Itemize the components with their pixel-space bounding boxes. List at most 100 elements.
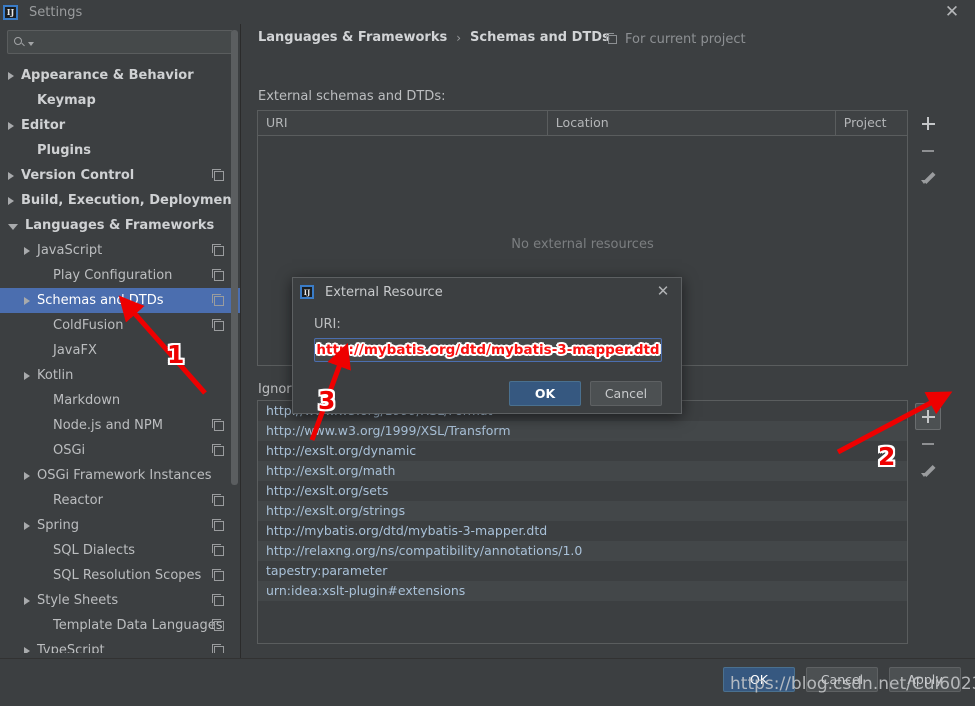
uri-label: URI: [314,317,341,332]
sidebar-item-sql-dialects[interactable]: SQL Dialects [0,538,240,563]
sidebar-item-kotlin[interactable]: Kotlin [0,363,240,388]
sidebar-item-coldfusion[interactable]: ColdFusion [0,313,240,338]
sidebar-item-label: OSGi [53,443,86,458]
sidebar-item-style-sheets[interactable]: Style Sheets [0,588,240,613]
sidebar-item-keymap[interactable]: Keymap [0,88,240,113]
chevron-right-icon[interactable] [8,171,14,180]
project-scope-icon [212,518,224,531]
sidebar-item-label: Spring [37,518,79,533]
project-scope-icon [212,168,224,181]
ok-button[interactable]: OK [723,667,795,692]
sidebar-item-javafx[interactable]: JavaFX [0,338,240,363]
sidebar-item-plugins[interactable]: Plugins [0,138,240,163]
table-toolbar [915,110,941,191]
sidebar-item-node-js-and-npm[interactable]: Node.js and NPM [0,413,240,438]
cancel-button[interactable]: Cancel [806,667,878,692]
sidebar-item-appearance-behavior[interactable]: Appearance & Behavior [0,63,240,88]
project-scope-icon [212,268,224,281]
uri-input-value: http://mybatis.org/dtd/mybatis-3-mapper.… [316,342,660,358]
chevron-right-icon[interactable] [8,71,14,80]
external-schemas-label: External schemas and DTDs: [258,89,446,104]
dialog-titlebar: IJ External Resource ✕ [293,278,681,306]
sidebar-item-build-execution-deployment[interactable]: Build, Execution, Deployment [0,188,240,213]
sidebar-item-reactor[interactable]: Reactor [0,488,240,513]
sidebar-item-label: Languages & Frameworks [25,218,215,233]
project-scope-icon [212,643,224,653]
sidebar-item-sql-resolution-scopes[interactable]: SQL Resolution Scopes [0,563,240,588]
list-item[interactable]: http://exslt.org/math [258,461,907,481]
search-icon [14,36,27,49]
sidebar-item-label: Node.js and NPM [53,418,163,433]
add-icon[interactable] [915,110,941,137]
sidebar-item-version-control[interactable]: Version Control [0,163,240,188]
chevron-down-icon[interactable] [8,224,18,230]
sidebar-item-schemas-and-dtds[interactable]: Schemas and DTDs [0,288,240,313]
close-icon[interactable]: ✕ [654,281,672,301]
ignored-resources-list: http://www.w3.org/1999/XSL/Formathttp://… [257,400,908,644]
search-input[interactable] [38,35,226,49]
list-item[interactable]: urn:idea:xslt-plugin#extensions [258,581,907,601]
chevron-down-icon[interactable] [28,42,34,46]
sidebar-item-osgi[interactable]: OSGi [0,438,240,463]
sidebar-item-label: Editor [21,118,66,133]
intellij-logo-icon: IJ [300,285,314,299]
list-item[interactable]: http://www.w3.org/1999/XSL/Transform [258,421,907,441]
sidebar-item-template-data-languages[interactable]: Template Data Languages [0,613,240,638]
chevron-right-icon[interactable] [24,521,30,530]
remove-icon[interactable] [915,137,941,164]
add-icon[interactable] [915,403,941,430]
window-titlebar: IJ Settings ✕ [0,0,975,24]
sidebar-item-editor[interactable]: Editor [0,113,240,138]
sidebar-item-label: Keymap [37,93,96,108]
settings-window: IJ Settings ✕ Appearance & Behavior Keyma… [0,0,975,706]
project-scope-icon [212,618,224,631]
dialog-footer: OK Cancel Apply [0,658,975,706]
sidebar-item-play-configuration[interactable]: Play Configuration [0,263,240,288]
list-item[interactable]: http://exslt.org/dynamic [258,441,907,461]
sidebar-item-javascript[interactable]: JavaScript [0,238,240,263]
chevron-right-icon[interactable] [8,196,14,205]
sidebar-item-label: Build, Execution, Deployment [21,193,238,208]
sidebar-item-typescript[interactable]: TypeScript [0,638,240,653]
project-scope-icon [212,493,224,506]
intellij-logo-icon: IJ [3,4,18,20]
breadcrumb-separator-icon: › [456,30,462,45]
chevron-right-icon[interactable] [24,296,30,305]
list-item[interactable]: http://exslt.org/sets [258,481,907,501]
dialog-cancel-button[interactable]: Cancel [590,381,662,406]
sidebar-item-languages-frameworks[interactable]: Languages & Frameworks [0,213,240,238]
sidebar-item-label: Appearance & Behavior [21,68,194,83]
sidebar-item-label: OSGi Framework Instances [37,468,212,483]
list-item[interactable]: http://exslt.org/strings [258,501,907,521]
settings-tree: Appearance & Behavior Keymap Editor Plugins… [0,63,240,653]
breadcrumb: Languages & Frameworks › Schemas and DTD… [258,30,610,45]
dialog-ok-button[interactable]: OK [509,381,581,406]
edit-icon[interactable] [915,457,941,484]
list-item[interactable]: http://relaxng.org/ns/compatibility/anno… [258,541,907,561]
breadcrumb-parent[interactable]: Languages & Frameworks [258,30,447,45]
sidebar-item-label: Markdown [53,393,121,408]
close-icon[interactable]: ✕ [942,2,962,22]
uri-input[interactable]: http://mybatis.org/dtd/mybatis-3-mapper.… [314,338,662,362]
sidebar-item-markdown[interactable]: Markdown [0,388,240,413]
chevron-right-icon[interactable] [8,121,14,130]
chevron-right-icon[interactable] [24,471,30,480]
sidebar-scrollbar[interactable] [231,30,238,485]
search-box[interactable] [7,30,233,54]
list-item[interactable]: http://mybatis.org/dtd/mybatis-3-mapper.… [258,521,907,541]
sidebar-item-spring[interactable]: Spring [0,513,240,538]
chevron-right-icon[interactable] [24,596,30,605]
sidebar-item-label: JavaFX [53,343,97,358]
for-current-project: For current project [606,32,746,47]
sidebar-item-osgi-framework-instances[interactable]: OSGi Framework Instances [0,463,240,488]
apply-button[interactable]: Apply [889,667,961,692]
sidebar-item-label: TypeScript [37,643,105,653]
chevron-right-icon[interactable] [24,246,30,255]
chevron-right-icon[interactable] [24,646,30,653]
edit-icon[interactable] [915,164,941,191]
chevron-right-icon[interactable] [24,371,30,380]
project-scope-icon [212,318,224,331]
remove-icon[interactable] [915,430,941,457]
list-item[interactable]: tapestry:parameter [258,561,907,581]
sidebar-item-label: SQL Dialects [53,543,136,558]
